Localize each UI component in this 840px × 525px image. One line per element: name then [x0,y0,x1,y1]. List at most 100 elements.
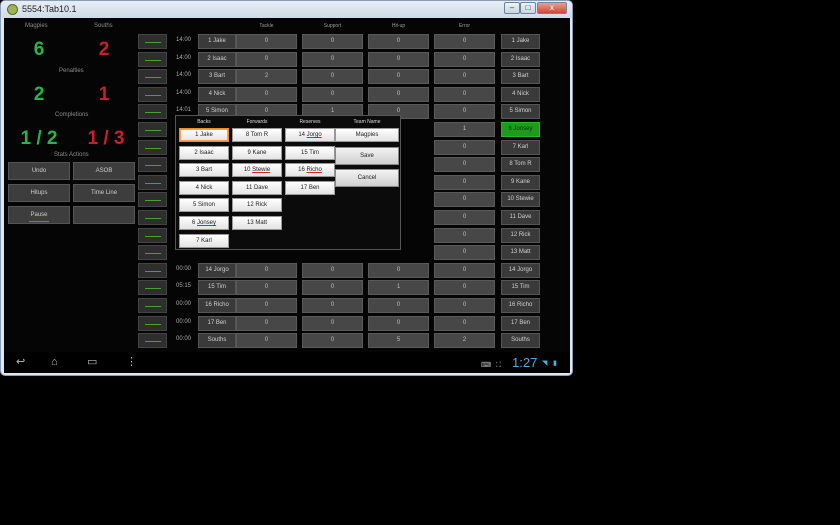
active-toggle[interactable] [138,69,167,85]
stat-cell[interactable]: 0 [434,245,495,261]
player-right-button[interactable]: 11 Dave [501,210,540,225]
timeline-button[interactable]: Time Line [73,184,135,202]
stat-cell[interactable]: 5 [368,333,429,349]
active-toggle[interactable] [138,245,167,261]
stat-cell[interactable]: 0 [368,315,429,331]
hitups-button[interactable]: Hitups [8,184,70,202]
stat-cell[interactable]: 0 [368,51,429,67]
back-player-button[interactable]: 6 Jonsey [179,216,229,230]
player-right-button[interactable]: 4 Nick [501,86,540,102]
stat-cell[interactable]: 0 [236,262,297,278]
player-name-button[interactable]: 16 Richo [198,298,236,313]
active-toggle[interactable] [138,210,167,225]
player-right-button[interactable]: 2 Isaac [501,51,540,67]
asob-button[interactable]: ASOB [73,162,135,180]
stat-cell[interactable]: 0 [236,280,297,296]
stat-cell[interactable]: 0 [434,69,495,85]
forward-player-button[interactable]: 11 Dave [232,180,282,195]
reserve-player-button[interactable]: 16 Richo [285,163,335,178]
player-name-button[interactable]: 17 Ben [198,315,236,331]
active-toggle[interactable] [138,174,167,190]
player-right-button[interactable]: 7 Karl [501,139,540,155]
back-player-button[interactable]: 1 Jake [179,128,229,142]
active-toggle[interactable] [138,104,167,120]
stat-cell[interactable]: 0 [368,34,429,49]
player-right-button[interactable]: 13 Matt [501,245,540,261]
team-name-input[interactable]: Magpies [335,128,399,142]
stat-cell[interactable]: 0 [434,210,495,225]
blank-action-button[interactable] [73,206,135,224]
close-button[interactable]: x [537,2,567,14]
stat-cell[interactable]: 0 [434,86,495,102]
stat-cell[interactable]: 0 [302,333,363,349]
back-player-button[interactable]: 5 Simon [179,198,229,213]
stat-cell[interactable]: 0 [434,315,495,331]
active-toggle[interactable] [138,122,167,137]
stat-cell[interactable]: 0 [434,192,495,208]
back-player-button[interactable]: 7 Karl [179,233,229,248]
player-right-button[interactable]: 3 Bart [501,69,540,85]
player-right-button[interactable]: 5 Simon [501,104,540,120]
stat-cell[interactable]: 0 [302,34,363,49]
stat-cell[interactable]: 1 [368,280,429,296]
player-right-button[interactable]: 10 Stewie [501,192,540,208]
player-name-button[interactable]: Souths [198,333,236,349]
player-name-button[interactable]: 14 Jorgo [198,262,236,278]
title-bar[interactable]: 5554:Tab10.1 – □ x [1,1,572,18]
forward-player-button[interactable]: 12 Rick [232,198,282,213]
home-icon[interactable]: ⌂ [51,356,58,368]
stat-cell[interactable]: 0 [236,315,297,331]
stat-cell[interactable]: 2 [434,333,495,349]
active-toggle[interactable] [138,298,167,313]
active-toggle[interactable] [138,315,167,331]
player-right-button[interactable]: 1 Jake [501,34,540,49]
active-toggle[interactable] [138,86,167,102]
minimize-button[interactable]: – [504,2,520,14]
active-toggle[interactable] [138,227,167,243]
stat-cell[interactable]: 0 [434,227,495,243]
active-toggle[interactable] [138,51,167,67]
stat-cell[interactable]: 0 [236,86,297,102]
player-right-button[interactable]: 8 Tom R [501,157,540,173]
player-right-button[interactable]: 17 Ben [501,315,540,331]
stat-cell[interactable]: 0 [434,139,495,155]
active-toggle[interactable] [138,262,167,278]
stat-cell[interactable]: 0 [302,262,363,278]
forward-player-button[interactable]: 10 Stewie [232,163,282,178]
stat-cell[interactable]: 0 [434,298,495,313]
active-toggle[interactable] [138,139,167,155]
back-icon[interactable]: ↩ [16,356,25,368]
stat-cell[interactable]: 0 [302,315,363,331]
menu-icon[interactable]: ⋮ [126,356,137,368]
stat-cell[interactable]: 0 [434,280,495,296]
player-right-button[interactable]: 9 Kane [501,174,540,190]
forward-player-button[interactable]: 9 Kane [232,145,282,160]
stat-cell[interactable]: 0 [368,298,429,313]
stat-cell[interactable]: 0 [434,51,495,67]
maximize-button[interactable]: □ [520,2,536,14]
pause-button[interactable]: Pause [8,206,70,224]
reserve-player-button[interactable]: 17 Ben [285,180,335,195]
player-right-button[interactable]: 16 Richo [501,298,540,313]
player-right-button[interactable]: 14 Jorgo [501,262,540,278]
player-name-button[interactable]: 4 Nick [198,86,236,102]
active-toggle[interactable] [138,333,167,349]
player-name-button[interactable]: 1 Jake [198,34,236,49]
stat-cell[interactable]: 0 [302,86,363,102]
stat-cell[interactable]: 0 [434,262,495,278]
save-button[interactable]: Save [335,147,399,165]
stat-cell[interactable]: 0 [302,280,363,296]
player-right-button[interactable]: 15 Tim [501,280,540,296]
reserve-player-button[interactable]: 15 Tim [285,145,335,160]
player-name-button[interactable]: 2 Isaac [198,51,236,67]
stat-cell[interactable]: 0 [368,69,429,85]
stat-cell[interactable]: 0 [302,69,363,85]
stat-cell[interactable]: 0 [434,34,495,49]
back-player-button[interactable]: 4 Nick [179,180,229,195]
stat-cell[interactable]: 1 [434,122,495,137]
recent-apps-icon[interactable]: ▭ [87,356,97,368]
active-toggle[interactable] [138,192,167,208]
forward-player-button[interactable]: 13 Matt [232,216,282,230]
undo-button[interactable]: Undo [8,162,70,180]
player-right-button[interactable]: 6 Jonsey [501,122,540,137]
